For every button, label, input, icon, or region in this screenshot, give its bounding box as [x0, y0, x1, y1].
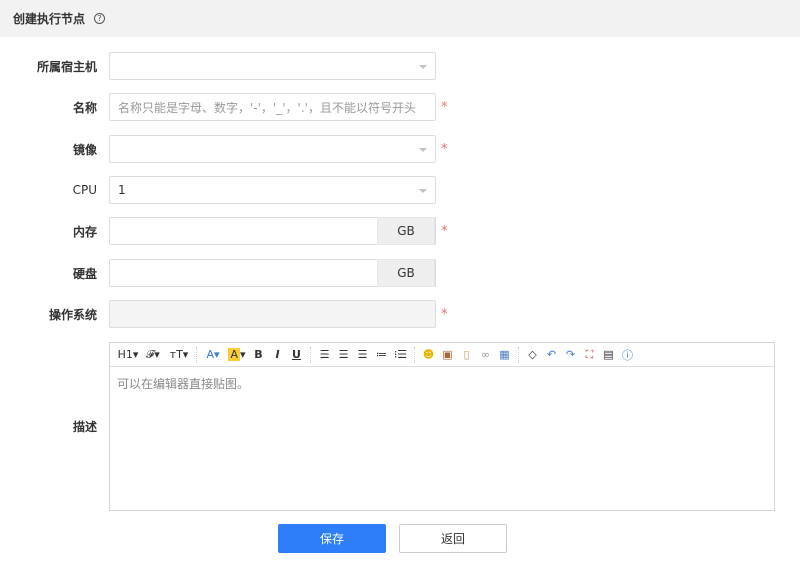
align-right-icon[interactable]: ☰: [353, 348, 372, 361]
row-desc: 描述: [0, 412, 97, 440]
align-center-icon[interactable]: ☰: [334, 348, 353, 361]
image-label: 镜像: [72, 142, 97, 157]
font-family-button[interactable]: 𝓕▾: [140, 348, 166, 362]
page-header: 创建执行节点 ?: [0, 0, 800, 37]
cpu-select[interactable]: 1: [109, 176, 436, 204]
fullscreen-icon[interactable]: ⛶: [580, 348, 599, 362]
save-button[interactable]: 保存: [278, 524, 386, 553]
page-title: 创建执行节点: [13, 12, 86, 26]
memory-input[interactable]: GB: [109, 217, 436, 245]
name-label: 名称: [72, 100, 97, 115]
redo-icon[interactable]: ↷: [561, 348, 580, 361]
required-mark: *: [441, 306, 448, 322]
image-select[interactable]: [109, 135, 436, 163]
italic-button[interactable]: I: [268, 348, 287, 361]
emoji-icon[interactable]: ☻: [419, 348, 438, 361]
os-input[interactable]: [109, 300, 436, 328]
required-mark: *: [441, 141, 448, 157]
chevron-down-icon: [419, 148, 427, 152]
clipboard-icon[interactable]: ▤: [599, 348, 618, 361]
memory-label: 内存: [72, 224, 97, 239]
required-mark: *: [441, 223, 448, 239]
row-image: 镜像 *: [0, 135, 448, 163]
disk-unit: GB: [377, 259, 435, 287]
heading-button[interactable]: H1▾: [116, 348, 140, 361]
os-label: 操作系统: [48, 307, 97, 322]
image-icon[interactable]: ▣: [438, 348, 457, 361]
description-editor[interactable]: H1▾ 𝓕▾ тT▾ A▾ A ▾ B I U ☰ ☰ ☰ ≔ ⁝☰ ☻ ▣ ▯ …: [109, 342, 775, 511]
editor-content[interactable]: 可以在编辑器直接贴图。: [110, 367, 774, 400]
code-icon[interactable]: ▯: [457, 348, 476, 361]
help-icon[interactable]: ⓘ: [618, 347, 637, 363]
link-icon[interactable]: ∞: [476, 348, 495, 361]
back-button[interactable]: 返回: [399, 524, 507, 553]
editor-toolbar: H1▾ 𝓕▾ тT▾ A▾ A ▾ B I U ☰ ☰ ☰ ≔ ⁝☰ ☻ ▣ ▯ …: [110, 343, 774, 367]
disk-label: 硬盘: [72, 266, 97, 281]
chevron-down-icon: [419, 65, 427, 69]
required-mark: *: [441, 99, 448, 115]
host-label: 所属宿主机: [36, 59, 97, 74]
font-color-button[interactable]: A▾: [201, 348, 225, 361]
bg-color-button[interactable]: A ▾: [225, 348, 249, 361]
underline-button[interactable]: U: [287, 348, 306, 361]
row-cpu: CPU 1: [0, 176, 436, 204]
name-input[interactable]: 名称只能是字母、数字，'-'，'_'，'.'，且不能以符号开头: [109, 93, 436, 121]
memory-unit: GB: [377, 217, 435, 245]
disk-input[interactable]: GB: [109, 259, 436, 287]
row-host: 所属宿主机: [0, 52, 436, 80]
chevron-down-icon: [419, 189, 427, 193]
row-memory: 内存 GB *: [0, 217, 448, 245]
unordered-list-icon[interactable]: ⁝☰: [391, 348, 410, 361]
ordered-list-icon[interactable]: ≔: [372, 348, 391, 361]
eraser-icon[interactable]: ◇: [523, 348, 542, 361]
table-icon[interactable]: ▦: [495, 348, 514, 361]
font-size-button[interactable]: тT▾: [166, 348, 192, 361]
bold-button[interactable]: B: [249, 348, 268, 361]
desc-label: 描述: [72, 419, 97, 434]
row-disk: 硬盘 GB: [0, 259, 436, 287]
host-select[interactable]: [109, 52, 436, 80]
question-circle-icon[interactable]: ?: [94, 13, 106, 24]
row-os: 操作系统 *: [0, 300, 448, 328]
cpu-label: CPU: [72, 183, 97, 197]
undo-icon[interactable]: ↶: [542, 348, 561, 361]
row-name: 名称 名称只能是字母、数字，'-'，'_'，'.'，且不能以符号开头 *: [0, 93, 448, 121]
align-left-icon[interactable]: ☰: [315, 348, 334, 361]
